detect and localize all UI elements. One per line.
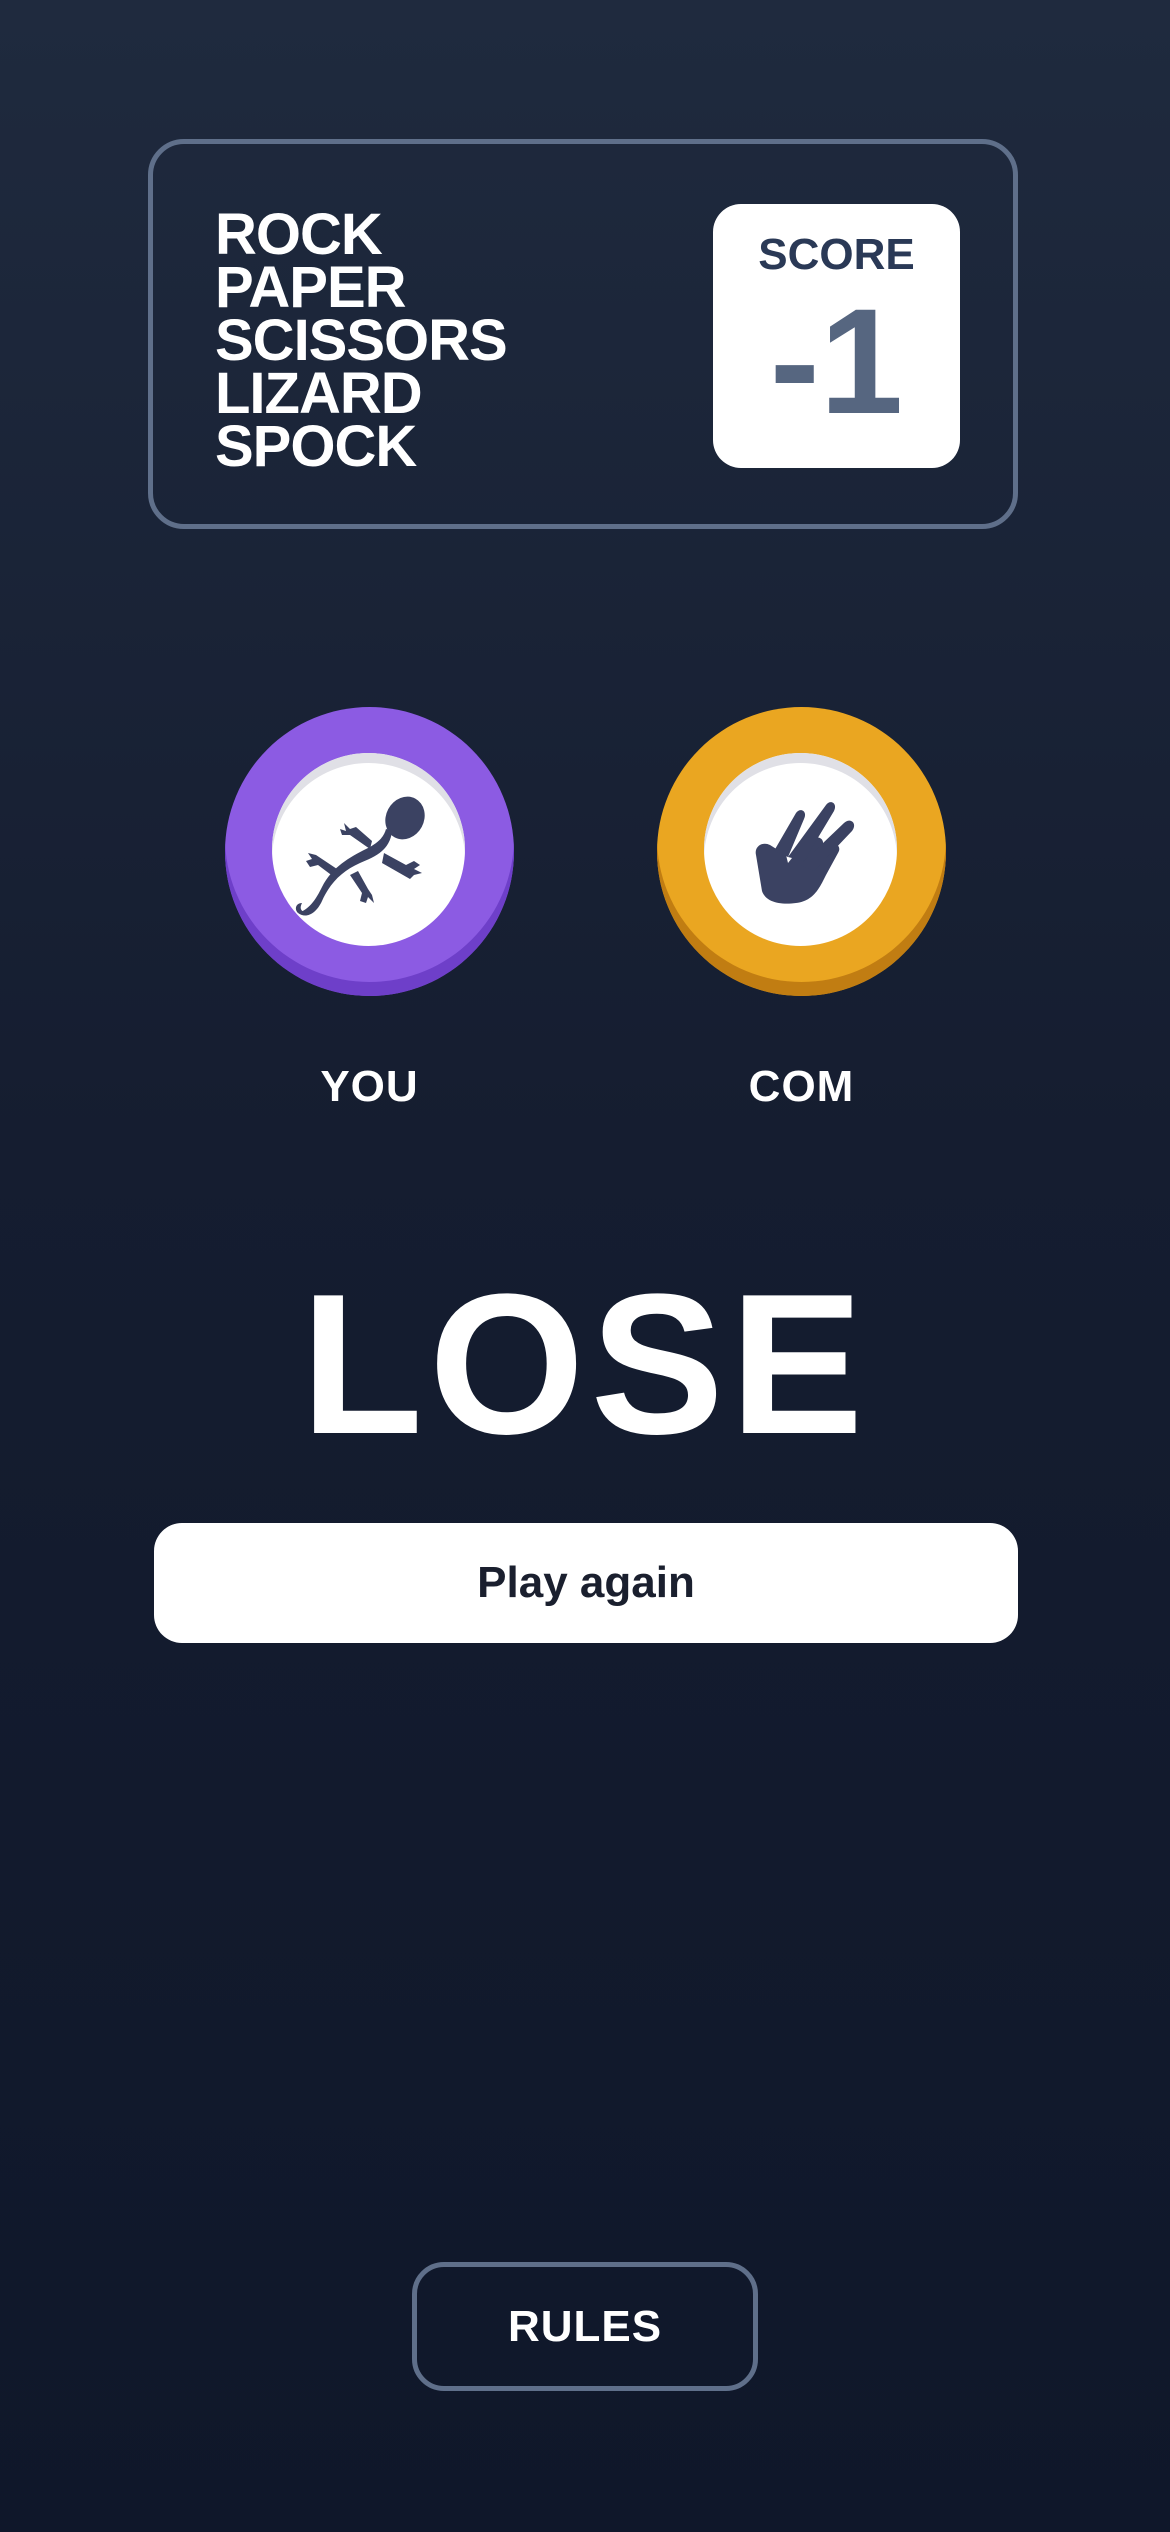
score-value: -1 xyxy=(769,277,904,445)
player-pick-face xyxy=(272,753,465,946)
spock-hand-icon xyxy=(755,802,855,904)
title-line-spock: SPOCK xyxy=(215,414,417,479)
player-label: YOU xyxy=(320,1062,419,1111)
house-label: COM xyxy=(748,1062,855,1111)
game-header: ROCK PAPER SCISSORS LIZARD SPOCK SCORE -… xyxy=(148,139,1018,529)
score-label: SCORE xyxy=(758,230,915,279)
title-line-paper: PAPER xyxy=(215,255,407,320)
lizard-icon xyxy=(295,796,425,916)
result-text: LOSE xyxy=(300,1253,870,1476)
title-line-scissors: SCISSORS xyxy=(215,308,508,373)
house-pick-token xyxy=(657,707,946,996)
title-line-rock: ROCK xyxy=(215,202,383,267)
house-pick-face xyxy=(704,753,897,946)
rules-button[interactable]: RULES xyxy=(412,2262,758,2391)
play-again-button[interactable]: Play again xyxy=(154,1523,1018,1643)
player-pick-token xyxy=(225,707,514,996)
title-line-lizard: LIZARD xyxy=(215,361,423,426)
game-title: ROCK PAPER SCISSORS LIZARD SPOCK xyxy=(215,202,508,479)
score-card: SCORE -1 xyxy=(713,204,960,468)
